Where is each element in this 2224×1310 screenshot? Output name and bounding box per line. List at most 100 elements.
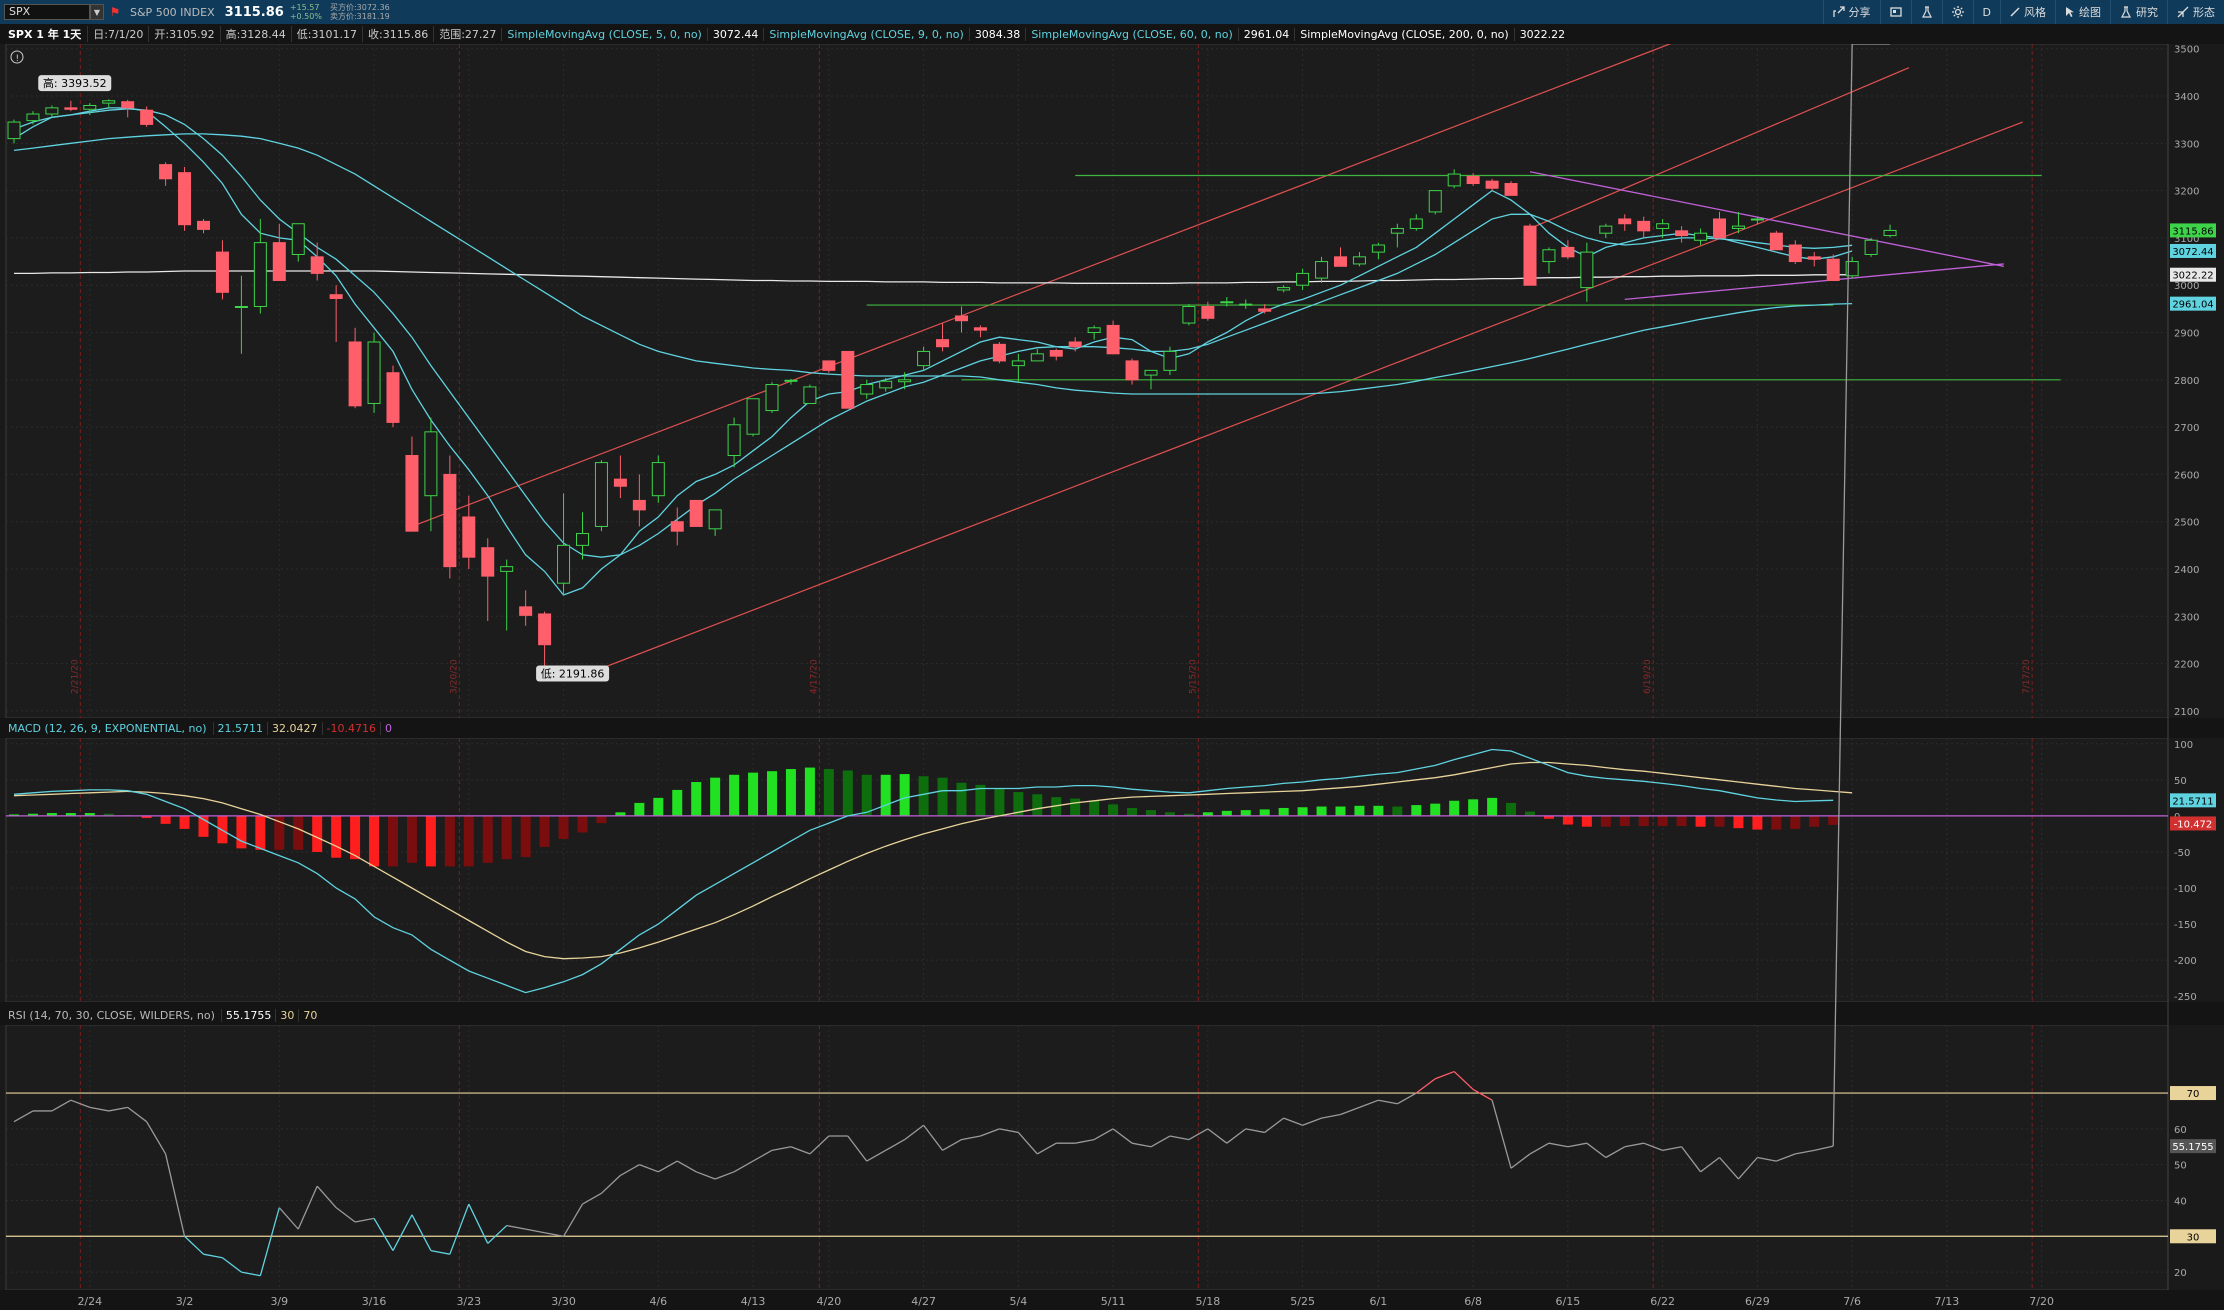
price-tick-label: 3400 (2174, 92, 2199, 103)
candle-body (1542, 249, 1556, 263)
x-tick-label: 2/24 (77, 1295, 102, 1308)
price-change: +15.57 +0.50% (290, 3, 322, 21)
candle-body (594, 462, 608, 527)
rsi-tick-label: 50 (2174, 1161, 2187, 1172)
macd-bar (1316, 806, 1327, 816)
studies-button[interactable]: 研究 (2110, 0, 2167, 24)
rsi-study-name[interactable]: RSI (14, 70, 30, CLOSE, WILDERS, no) (0, 1009, 221, 1022)
candle-body (215, 251, 229, 293)
macd-bar (729, 774, 740, 816)
info-high: 高:3128.44 (219, 26, 291, 42)
share-button[interactable]: 分享 (1822, 0, 1880, 24)
macd-bar (804, 767, 815, 816)
period-label: D (1982, 5, 1991, 19)
study-sma60-label[interactable]: SimpleMovingAvg (CLOSE, 60, 0, no) (1025, 27, 1237, 41)
symbol-input[interactable]: SPX (4, 4, 90, 20)
axis-bubble-text: 30 (2187, 1232, 2200, 1243)
period-button[interactable]: D (1972, 0, 2000, 24)
macd-study-name[interactable]: MACD (12, 26, 9, EXPONENTIAL, no) (0, 722, 213, 735)
flag-icon[interactable]: ⚑ (110, 4, 121, 20)
macd-bar (1411, 805, 1422, 816)
pattern-icon (2177, 6, 2189, 18)
flask-icon (2121, 6, 2131, 18)
macd-bar (1676, 815, 1687, 826)
study-sma9-label[interactable]: SimpleMovingAvg (CLOSE, 9, 0, no) (763, 27, 968, 41)
candle-body (1864, 239, 1878, 255)
macd-bar (691, 782, 702, 816)
macd-bar (710, 777, 721, 816)
candle-body (1561, 246, 1575, 258)
macd-bar (331, 815, 342, 858)
candle-body (1409, 218, 1423, 229)
macd-bar (1581, 815, 1592, 827)
candle-body (1447, 173, 1461, 187)
chart-canvas[interactable]: 2/24 3/2 3/9 3/16 3/23 3/30 4/6 4/13 4/20 4/27 5/4… (0, 44, 2224, 1310)
watchlist-button[interactable] (1879, 0, 1911, 24)
macd-zero-value: 0 (380, 721, 396, 735)
price-tick-label: 3200 (2174, 187, 2199, 198)
study-sma5-value: 3072.44 (706, 27, 764, 41)
info-icon: ! (16, 54, 20, 64)
macd-bar (1809, 815, 1820, 827)
rsi-pane-label: RSI (14, 70, 30, CLOSE, WILDERS, no) 55.… (0, 1006, 321, 1024)
lab-button[interactable] (1910, 0, 1942, 24)
macd-diff-value: -10.4716 (321, 721, 380, 735)
drawing-button[interactable]: 绘图 (2055, 0, 2110, 24)
macd-bar (842, 770, 853, 816)
candle-body (1637, 220, 1651, 232)
x-tick-label: 6/29 (1745, 1295, 1770, 1308)
candle-body (1580, 251, 1594, 289)
macd-bar (1657, 815, 1668, 826)
candle-body (1390, 227, 1404, 234)
change-percent: +0.50% (289, 12, 322, 21)
candle-body (670, 521, 684, 532)
macd-tick-label: -50 (2174, 848, 2190, 859)
macd-bar (1221, 810, 1232, 816)
candle-body (424, 431, 438, 497)
info-low: 低:3101.17 (290, 26, 362, 42)
settings-button[interactable] (1941, 0, 1973, 24)
study-sma5-label[interactable]: SimpleMovingAvg (CLOSE, 5, 0, no) (501, 27, 706, 41)
x-tick-label: 5/18 (1195, 1295, 1220, 1308)
chevron-down-icon[interactable]: ▼ (90, 4, 104, 20)
chart-title[interactable]: SPX 1 年 1天 (0, 26, 87, 42)
x-tick-label: 4/27 (911, 1295, 936, 1308)
macd-bar (1714, 815, 1725, 827)
candle-body (538, 613, 552, 646)
candle-body (7, 121, 21, 140)
candle-body (310, 256, 324, 274)
macd-bar (1449, 800, 1460, 816)
rsi-tick-label: 60 (2174, 1125, 2187, 1136)
candle-body (708, 509, 722, 530)
macd-bar (1828, 815, 1839, 825)
macd-bar (596, 815, 607, 824)
x-tick-label: 3/16 (362, 1295, 387, 1308)
style-button[interactable]: 风格 (2000, 0, 2055, 24)
candle-body (1750, 218, 1764, 221)
candle-body (1769, 232, 1783, 251)
x-tick-label: 3/30 (551, 1295, 576, 1308)
candle-body (1258, 308, 1272, 312)
macd-bar (823, 769, 834, 816)
study-sma200-value: 3022.22 (1513, 27, 1571, 41)
patterns-button[interactable]: 形态 (2167, 0, 2224, 24)
x-tick-label: 5/4 (1009, 1295, 1027, 1308)
candle-body (1371, 244, 1385, 253)
price-tick-label: 2600 (2174, 470, 2199, 481)
price-tick-label: 2500 (2174, 518, 2199, 529)
price-tick-label: 2200 (2174, 660, 2199, 671)
candle-body (121, 101, 135, 109)
macd-bar (293, 815, 304, 850)
macd-bar (388, 815, 398, 867)
expiry-label: 6/19/20 (1643, 659, 1653, 694)
candle-body (1466, 175, 1480, 185)
study-sma200-label[interactable]: SimpleMovingAvg (CLOSE, 200, 0, no) (1294, 27, 1513, 41)
candle-body (102, 100, 116, 104)
candle-body (1788, 244, 1802, 263)
candle-body (1087, 327, 1101, 334)
x-tick-label: 7/20 (2029, 1295, 2054, 1308)
symbol-selector[interactable]: SPX ▼ (4, 4, 104, 20)
study-sma60-value: 2961.04 (1237, 27, 1295, 41)
candle-body (1523, 225, 1537, 286)
price-tick-label: 2700 (2174, 423, 2199, 434)
